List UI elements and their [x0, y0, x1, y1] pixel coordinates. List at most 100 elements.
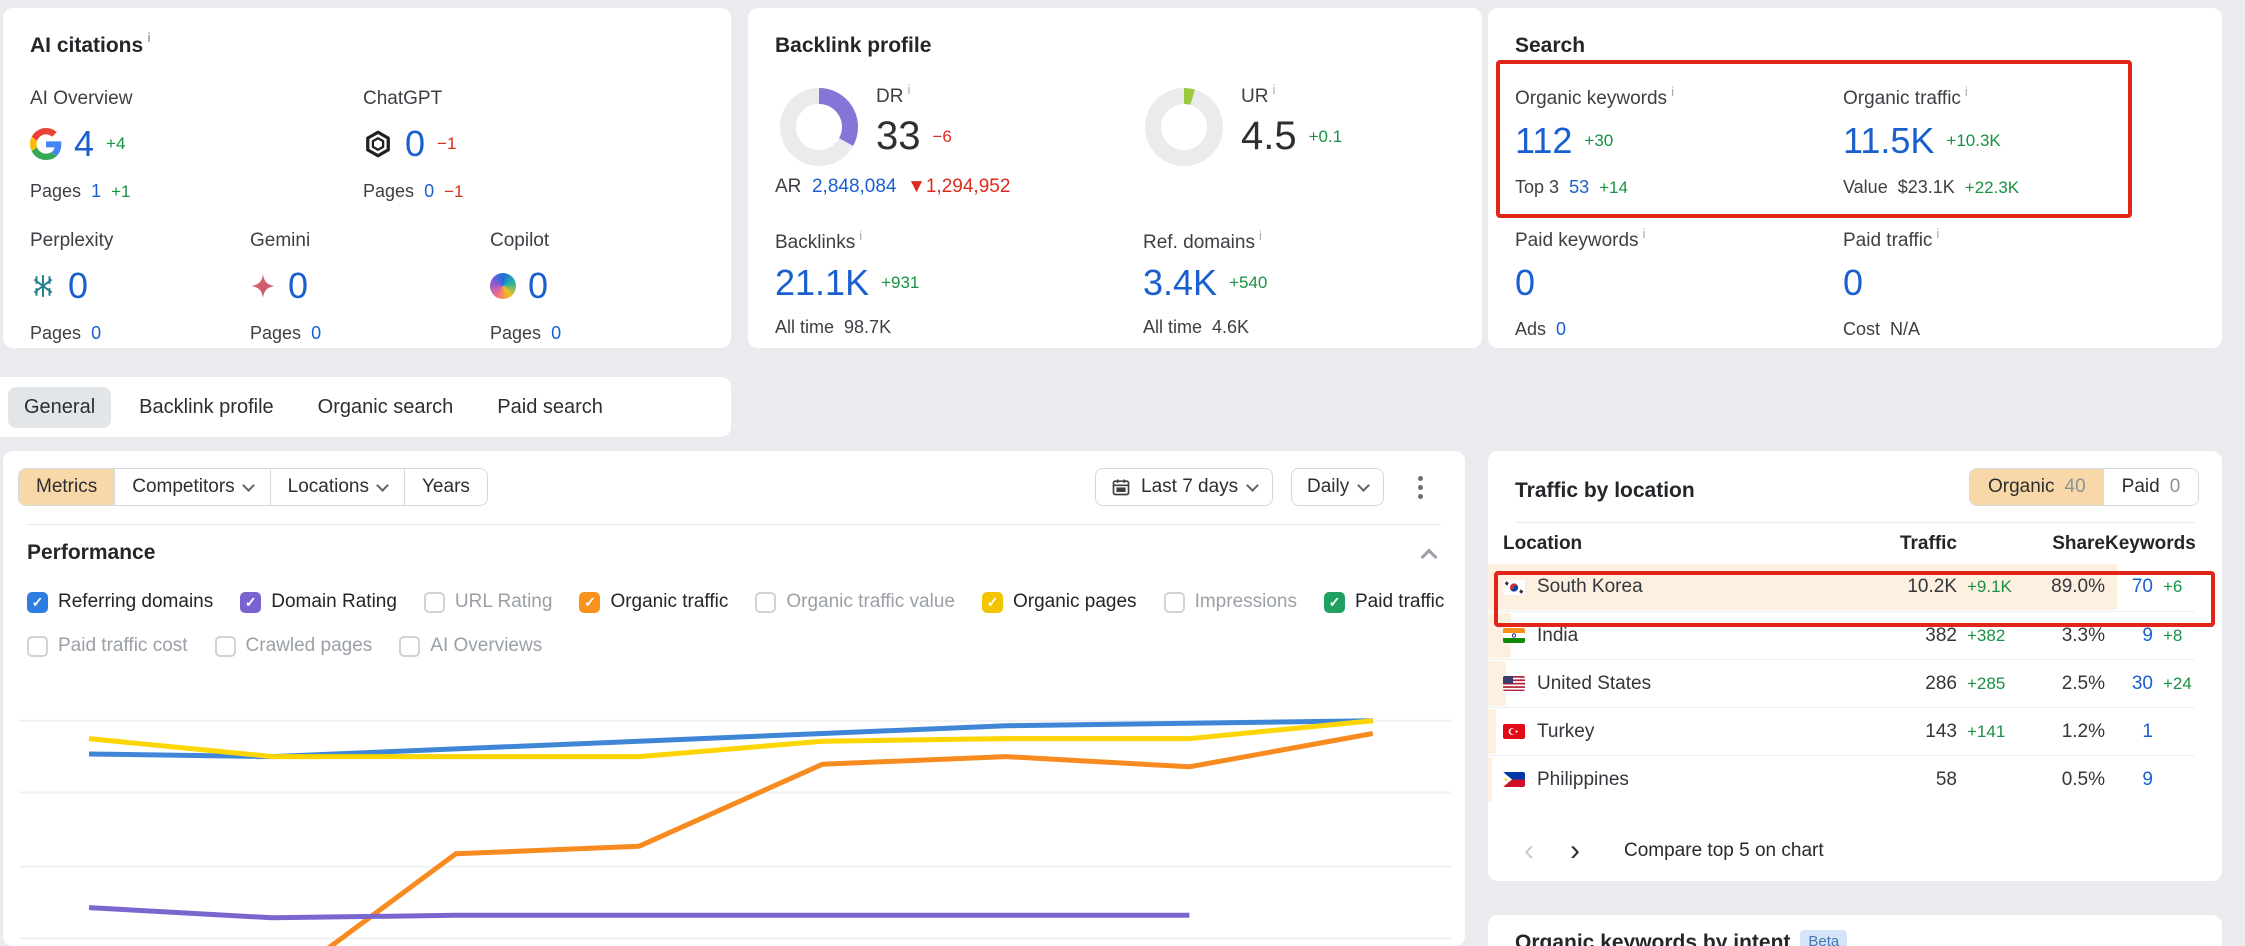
- metric-checkbox-paid-traffic[interactable]: ✓ Paid traffic: [1324, 591, 1444, 613]
- traffic-value: 58: [1857, 769, 1957, 791]
- ai-item-chatgpt: ChatGPT 0 −1 Pages 0 −1: [363, 88, 463, 202]
- ar-value[interactable]: 2,848,084: [812, 176, 897, 197]
- collapse-chevron-icon[interactable]: [1421, 549, 1438, 566]
- ai-item-ai-overview: AI Overview 4 +4 Pages 1 +1: [30, 88, 132, 202]
- metric-checkbox-organic-traffic[interactable]: ✓ Organic traffic: [579, 591, 728, 613]
- info-icon: i: [1671, 84, 1674, 99]
- info-icon: i: [147, 30, 151, 45]
- unchecked-checkbox-icon[interactable]: [399, 636, 420, 657]
- segment-competitors[interactable]: Competitors: [115, 469, 270, 505]
- keywords-value[interactable]: 70: [2105, 576, 2153, 598]
- keywords-value[interactable]: 1: [2105, 721, 2153, 743]
- share-value: 3.3%: [2015, 625, 2105, 647]
- metric-checkbox-referring-domains[interactable]: ✓Referring domains: [27, 591, 213, 613]
- paid-keywords-label: Paid keywordsi: [1515, 230, 1645, 252]
- gemini-value[interactable]: 0: [288, 265, 308, 307]
- metric-checkbox-domain-rating[interactable]: ✓Domain Rating: [240, 591, 397, 613]
- location-row-india[interactable]: India382+3823.3%9+8: [1488, 611, 2195, 659]
- location-row-united-states[interactable]: United States286+2852.5%30+24: [1488, 659, 2195, 707]
- metric-checkbox-label: URL Rating: [455, 591, 553, 613]
- organic-traffic-value[interactable]: 11.5K: [1843, 120, 1934, 162]
- copilot-value[interactable]: 0: [528, 265, 548, 307]
- paid-traffic-value: 0: [1843, 262, 1863, 303]
- metric-checkbox-organic-traffic-value[interactable]: Organic traffic value: [755, 591, 955, 613]
- flag-icon-us: [1503, 676, 1525, 691]
- location-table-body: South Korea10.2K+9.1K89.0%70+6India382+3…: [1488, 563, 2195, 803]
- ai-overview-value[interactable]: 4: [74, 123, 94, 165]
- chevron-down-icon: [242, 479, 255, 492]
- prev-page-chevron-icon[interactable]: ‹: [1524, 836, 1534, 866]
- performance-line-chart[interactable]: [3, 688, 1465, 946]
- metric-checkbox-paid-traffic-cost[interactable]: Paid traffic cost: [27, 635, 188, 657]
- unchecked-checkbox-icon[interactable]: [755, 592, 776, 613]
- location-table-footer: ‹ › Compare top 5 on chart: [1488, 829, 2195, 873]
- tab-backlink-profile[interactable]: Backlink profile: [123, 387, 290, 428]
- column-share[interactable]: Share: [2015, 533, 2105, 555]
- unchecked-checkbox-icon[interactable]: [424, 592, 445, 613]
- column-keywords[interactable]: Keywords: [2105, 533, 2195, 555]
- location-name: United States: [1537, 673, 1651, 695]
- metric-checkbox-label: AI Overviews: [430, 635, 542, 657]
- segment-locations[interactable]: Locations: [271, 469, 405, 505]
- overview-chart-card: Metrics Competitors Locations Years Last…: [3, 451, 1465, 946]
- date-range-button[interactable]: Last 7 days: [1095, 468, 1273, 506]
- segment-metrics[interactable]: Metrics: [19, 469, 115, 505]
- checked-checkbox-icon[interactable]: ✓: [579, 592, 600, 613]
- metric-checkbox-label: Organic traffic value: [786, 591, 955, 613]
- ai-item-perplexity: Perplexity 0 Pages 0: [30, 230, 113, 344]
- keywords-value[interactable]: 9: [2105, 625, 2153, 647]
- search-title: Search: [1515, 34, 1585, 58]
- info-icon: i: [1272, 82, 1275, 97]
- location-row-turkey[interactable]: Turkey143+1411.2%1: [1488, 707, 2195, 755]
- performance-title: Performance: [27, 541, 155, 565]
- ref-domains-value[interactable]: 3.4K: [1143, 262, 1217, 304]
- perplexity-value[interactable]: 0: [68, 265, 88, 307]
- metric-checkbox-impressions[interactable]: Impressions: [1164, 591, 1297, 613]
- metric-checkbox-organic-pages[interactable]: ✓Organic pages: [982, 591, 1137, 613]
- checked-checkbox-icon[interactable]: ✓: [240, 592, 261, 613]
- metric-checkbox-label: Impressions: [1195, 591, 1297, 613]
- checked-checkbox-icon[interactable]: ✓: [1324, 592, 1345, 613]
- location-row-philippines[interactable]: Philippines 58 0.5%9: [1488, 755, 2195, 803]
- traffic-delta: +141: [1957, 722, 2015, 742]
- tab-organic-search[interactable]: Organic search: [302, 387, 470, 428]
- metric-checkbox-crawled-pages[interactable]: Crawled pages: [215, 635, 373, 657]
- copilot-icon: [490, 273, 516, 299]
- share-value: 1.2%: [2015, 721, 2105, 743]
- metric-checkbox-label: Crawled pages: [246, 635, 373, 657]
- toggle-paid[interactable]: Paid0: [2104, 469, 2199, 505]
- keywords-value[interactable]: 30: [2105, 673, 2153, 695]
- chevron-down-icon: [1357, 479, 1370, 492]
- organic-keywords-value[interactable]: 112: [1515, 120, 1572, 162]
- backlinks-value[interactable]: 21.1K: [775, 262, 869, 304]
- tab-paid-search[interactable]: Paid search: [481, 387, 619, 428]
- flag-icon-kr: [1503, 580, 1525, 595]
- toggle-organic[interactable]: Organic40: [1970, 469, 2104, 505]
- metric-checkbox-label: Paid traffic: [1355, 591, 1444, 613]
- metric-checkbox-ai-overviews[interactable]: AI Overviews: [399, 635, 542, 657]
- location-row-south-korea[interactable]: South Korea10.2K+9.1K89.0%70+6: [1488, 563, 2195, 611]
- checked-checkbox-icon[interactable]: ✓: [27, 592, 48, 613]
- checked-checkbox-icon[interactable]: ✓: [982, 592, 1003, 613]
- segment-years[interactable]: Years: [405, 469, 487, 505]
- location-table-header: Location Traffic Share Keywords: [1488, 533, 2195, 555]
- unchecked-checkbox-icon[interactable]: [215, 636, 236, 657]
- unchecked-checkbox-icon[interactable]: [27, 636, 48, 657]
- chatgpt-value[interactable]: 0: [405, 123, 425, 165]
- next-page-chevron-icon[interactable]: ›: [1570, 836, 1580, 866]
- beta-badge: Beta: [1800, 930, 1847, 946]
- column-traffic[interactable]: Traffic: [1857, 533, 1957, 555]
- column-location[interactable]: Location: [1488, 533, 1857, 555]
- share-value: 0.5%: [2015, 769, 2105, 791]
- keywords-value[interactable]: 9: [2105, 769, 2153, 791]
- unchecked-checkbox-icon[interactable]: [1164, 592, 1185, 613]
- granularity-button[interactable]: Daily: [1291, 468, 1384, 506]
- location-name: Philippines: [1537, 769, 1629, 791]
- traffic-value: 286: [1857, 673, 1957, 695]
- ai-citations-title: AI citationsi: [30, 34, 151, 58]
- metric-checkbox-label: Organic traffic: [610, 591, 728, 613]
- more-options-button[interactable]: [1407, 468, 1433, 506]
- tab-general[interactable]: General: [8, 387, 111, 428]
- compare-top5-link[interactable]: Compare top 5 on chart: [1624, 840, 1824, 862]
- metric-checkbox-url-rating[interactable]: URL Rating: [424, 591, 553, 613]
